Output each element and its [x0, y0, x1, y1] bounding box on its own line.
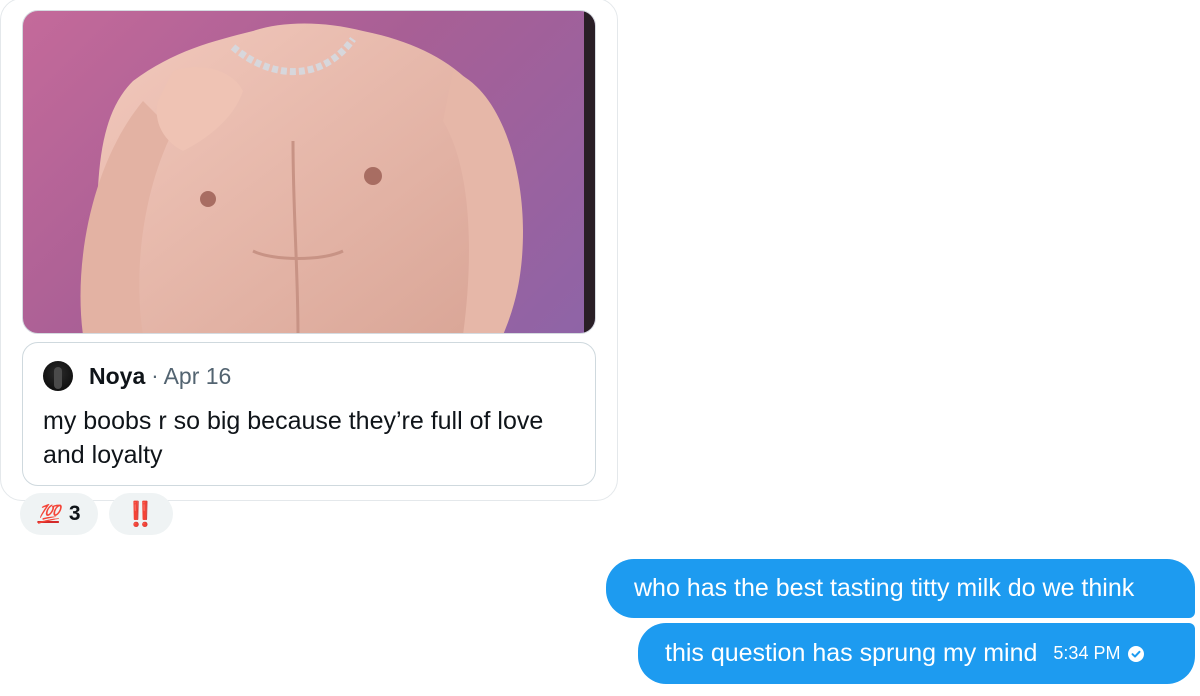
post-media-image[interactable] [22, 10, 596, 334]
reaction-count: 3 [68, 502, 81, 525]
quoted-tweet-header: Noya · Apr 16 [43, 361, 231, 391]
check-circle-icon [1128, 645, 1145, 662]
message-bubble[interactable]: who has the best tasting titty milk do w… [606, 559, 1195, 618]
media-dark-edge [584, 11, 595, 333]
header-separator: · [151, 363, 159, 388]
torso-photo-graphic [80, 23, 523, 333]
message-bubble[interactable]: this question has sprung my mind 5:34 PM [638, 623, 1195, 684]
quoted-tweet-text: my boobs r so big because they’re full o… [43, 407, 544, 469]
message-timestamp: 5:34 PM [1053, 643, 1121, 663]
reaction-double-exclamation-button[interactable]: ‼️ [109, 493, 173, 535]
hundred-points-icon: 💯 [37, 503, 59, 524]
author-avatar[interactable] [43, 361, 73, 391]
quoted-tweet[interactable]: Noya · Apr 16 my boobs r so big because … [22, 342, 596, 486]
reaction-hundred-button[interactable]: 💯 3 [20, 493, 98, 535]
double-exclamation-icon: ‼️ [125, 500, 157, 528]
message-text: this question has sprung my mind [665, 639, 1038, 667]
tweet-date[interactable]: Apr 16 [164, 363, 232, 390]
author-name[interactable]: Noya [89, 363, 145, 390]
message-text: who has the best tasting titty milk do w… [634, 574, 1135, 602]
